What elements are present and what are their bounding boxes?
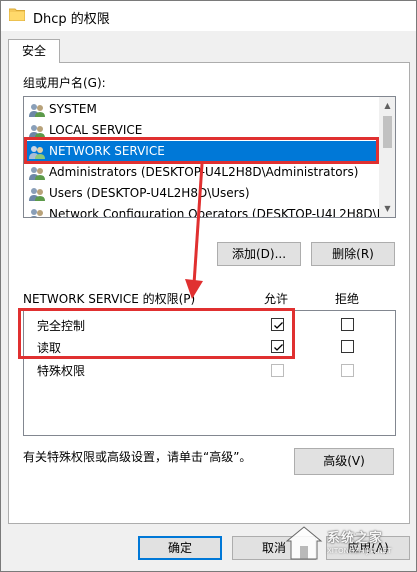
groups-label: 组或用户名(G): bbox=[23, 76, 106, 90]
title-bar: Dhcp 的权限 bbox=[1, 1, 416, 31]
special-deny-checkbox bbox=[341, 364, 354, 377]
scroll-down-icon[interactable]: ▼ bbox=[379, 200, 395, 217]
list-item-selected[interactable]: NETWORK SERVICE bbox=[26, 141, 376, 162]
checkmark-icon bbox=[274, 322, 283, 329]
list-item[interactable]: Network Configuration Operators (DESKTOP… bbox=[28, 204, 396, 218]
add-button[interactable]: 添加(D)... bbox=[217, 242, 301, 266]
list-item[interactable]: LOCAL SERVICE bbox=[28, 120, 142, 141]
permission-name: 特殊权限 bbox=[37, 364, 86, 378]
user-group-icon bbox=[29, 124, 45, 138]
scroll-up-icon[interactable]: ▲ bbox=[379, 97, 395, 114]
list-item[interactable]: Administrators (DESKTOP-U4L2H8D\Administ… bbox=[28, 162, 358, 183]
list-item-label: Administrators (DESKTOP-U4L2H8D\Administ… bbox=[49, 165, 359, 179]
permission-name: 完全控制 bbox=[37, 319, 86, 333]
user-group-icon bbox=[29, 145, 45, 159]
full-control-deny-checkbox[interactable] bbox=[341, 318, 354, 331]
special-allow-checkbox bbox=[271, 364, 284, 377]
tab-security[interactable]: 安全 bbox=[8, 39, 60, 63]
list-item[interactable]: Users (DESKTOP-U4L2H8D\Users) bbox=[28, 183, 250, 204]
full-control-allow-checkbox[interactable] bbox=[271, 318, 284, 331]
list-item-label: NETWORK SERVICE bbox=[49, 144, 165, 158]
read-deny-checkbox[interactable] bbox=[341, 340, 354, 353]
permissions-dialog: Dhcp 的权限 安全 组或用户名(G): SYSTEM LOCAL SERVI… bbox=[0, 0, 417, 572]
checkmark-icon bbox=[274, 344, 283, 351]
allow-column-header: 允许 bbox=[264, 292, 289, 306]
list-item-label: SYSTEM bbox=[49, 102, 97, 116]
window-title: Dhcp 的权限 bbox=[33, 12, 110, 27]
advanced-hint: 有关特殊权限或高级设置，请单击“高级”。 bbox=[23, 450, 252, 464]
ok-button[interactable]: 确定 bbox=[138, 536, 222, 560]
user-group-icon bbox=[30, 208, 43, 217]
user-group-icon bbox=[29, 103, 45, 117]
apply-button[interactable]: 应用(A) bbox=[326, 536, 410, 560]
remove-button[interactable]: 删除(R) bbox=[311, 242, 395, 266]
folder-icon bbox=[8, 8, 26, 22]
scroll-thumb[interactable] bbox=[383, 116, 392, 148]
permission-name: 读取 bbox=[37, 341, 62, 355]
user-group-icon bbox=[29, 166, 45, 180]
user-group-icon bbox=[29, 187, 45, 201]
cancel-button[interactable]: 取消 bbox=[232, 536, 316, 560]
list-item[interactable]: SYSTEM bbox=[28, 99, 97, 120]
groups-listbox[interactable]: SYSTEM LOCAL SERVICE NETWORK SERVICE Adm… bbox=[23, 96, 396, 218]
list-item-label: LOCAL SERVICE bbox=[49, 123, 143, 137]
list-item-label: Users (DESKTOP-U4L2H8D\Users) bbox=[49, 186, 250, 200]
read-allow-checkbox[interactable] bbox=[271, 340, 284, 353]
list-item-label: Network Configuration Operators (DESKTOP… bbox=[49, 207, 396, 218]
listbox-scrollbar[interactable]: ▲ ▼ bbox=[379, 97, 395, 217]
permissions-header: NETWORK SERVICE 的权限(P) bbox=[23, 292, 196, 306]
advanced-button[interactable]: 高级(V) bbox=[294, 448, 394, 475]
deny-column-header: 拒绝 bbox=[335, 292, 360, 306]
